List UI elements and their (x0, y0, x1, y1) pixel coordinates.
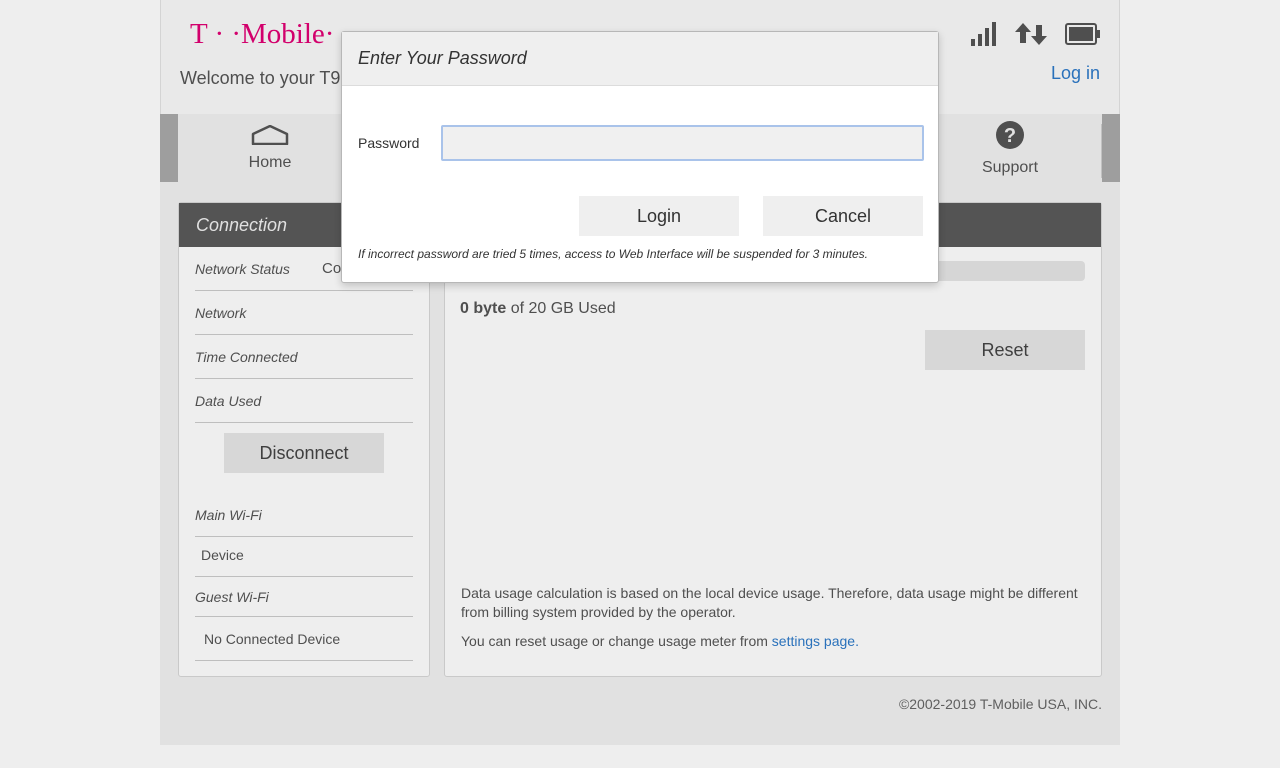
dialog-title: Enter Your Password (342, 32, 938, 86)
cancel-button[interactable]: Cancel (763, 196, 923, 236)
login-button[interactable]: Login (579, 196, 739, 236)
password-dialog: Enter Your Password Password Login Cance… (341, 31, 939, 283)
lockout-warning: If incorrect password are tried 5 times,… (358, 247, 869, 261)
password-label: Password (358, 135, 420, 151)
password-input[interactable] (441, 125, 924, 161)
